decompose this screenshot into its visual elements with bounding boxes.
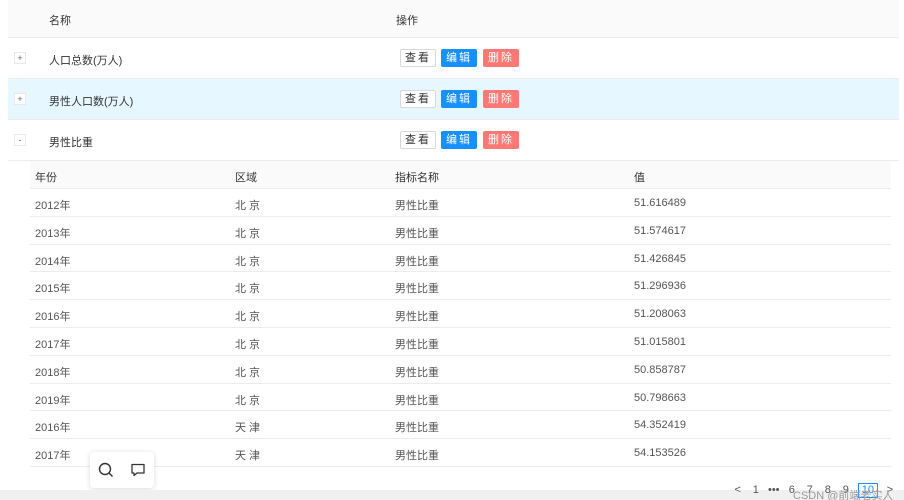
cell-region: 天 津 <box>235 450 261 463</box>
cell-region: 北 京 <box>235 200 261 212</box>
table-row: 2016年 北 京 男性比重 51.208063 <box>30 300 891 328</box>
search-icon[interactable] <box>96 460 116 480</box>
page-ellipsis[interactable]: ••• <box>768 484 780 496</box>
cell-value: 54.153526 <box>634 447 686 460</box>
cell-region: 北 京 <box>235 283 261 296</box>
cell-region: 北 京 <box>235 311 261 324</box>
view-button[interactable]: 查看 <box>400 90 436 108</box>
view-button[interactable]: 查看 <box>400 131 436 149</box>
cell-value: 50.798663 <box>634 391 686 404</box>
cell-value: 51.574617 <box>634 224 686 237</box>
outer-table-header: 名称 操作 <box>8 0 899 38</box>
cell-indicator: 男性比重 <box>395 311 439 324</box>
table-row: 2014年 北 京 男性比重 51.426845 <box>30 244 891 273</box>
expand-toggle[interactable]: + <box>14 93 26 105</box>
collapse-toggle[interactable]: - <box>14 134 26 146</box>
edit-button[interactable]: 编辑 <box>441 131 477 149</box>
cell-region: 北 京 <box>235 227 261 240</box>
comment-icon[interactable] <box>128 460 148 480</box>
cell-indicator: 男性比重 <box>395 255 439 268</box>
table-row: 2017年 北 京 男性比重 51.015801 <box>30 327 891 356</box>
row-name: 男性人口数(万人) <box>49 96 134 108</box>
floating-toolbar <box>90 452 154 488</box>
table-row: 2019年 北 京 男性比重 50.798663 <box>30 383 891 412</box>
cell-year: 2013年 <box>35 227 71 240</box>
view-button[interactable]: 查看 <box>400 49 436 67</box>
column-header-value: 值 <box>634 172 645 184</box>
table-row: 2015年 北 京 男性比重 51.296936 <box>30 272 891 301</box>
nested-table-header: 年份 区域 指标名称 值 <box>30 161 891 189</box>
prev-page-button[interactable]: < <box>732 484 744 496</box>
cell-value: 54.352419 <box>634 419 686 432</box>
cell-region: 天 津 <box>235 422 261 435</box>
cell-indicator: 男性比重 <box>395 366 439 379</box>
cell-region: 北 京 <box>235 366 261 379</box>
cell-year: 2012年 <box>35 200 71 212</box>
cell-region: 北 京 <box>235 255 261 268</box>
column-header-name: 名称 <box>49 15 71 27</box>
outer-table: 名称 操作 + 人口总数(万人) 查看 编辑 删除 + 男性人口数(万人) 查看… <box>8 0 899 161</box>
cell-region: 北 京 <box>235 338 261 351</box>
delete-button[interactable]: 删除 <box>483 131 519 149</box>
table-row: 2017年 天 津 男性比重 54.153526 <box>30 439 891 467</box>
table-row[interactable]: - 男性比重 查看 编辑 删除 <box>8 120 899 161</box>
cell-value: 51.616489 <box>634 197 686 209</box>
cell-value: 50.858787 <box>634 363 686 376</box>
column-header-indicator: 指标名称 <box>395 172 439 184</box>
expand-toggle[interactable]: + <box>14 52 26 64</box>
cell-value: 51.208063 <box>634 308 686 321</box>
edit-button[interactable]: 编辑 <box>441 49 477 67</box>
column-header-region: 区域 <box>235 172 257 184</box>
table-row[interactable]: + 男性人口数(万人) 查看 编辑 删除 <box>8 79 899 120</box>
edit-button[interactable]: 编辑 <box>441 90 477 108</box>
cell-value: 51.296936 <box>634 280 686 293</box>
cell-year: 2018年 <box>35 366 71 379</box>
cell-year: 2017年 <box>35 450 71 463</box>
table-row: 2018年 北 京 男性比重 50.858787 <box>30 355 891 384</box>
table-row: 2016年 天 津 男性比重 54.352419 <box>30 411 891 440</box>
page-1[interactable]: 1 <box>750 484 762 496</box>
table-row: 2012年 北 京 男性比重 51.616489 <box>30 189 891 217</box>
nested-table-body: 2012年北 京男性比重 51.616489 2013年北 京男性比重 51.5746… <box>30 189 891 467</box>
cell-year: 2015年 <box>35 283 71 296</box>
cell-year: 2019年 <box>35 394 71 407</box>
table-row: 2013年 北 京 男性比重 51.574617 <box>30 216 891 245</box>
row-name: 男性比重 <box>49 137 93 149</box>
column-header-actions: 操作 <box>396 15 418 27</box>
delete-button[interactable]: 删除 <box>483 49 519 67</box>
cell-indicator: 男性比重 <box>395 227 439 240</box>
cell-indicator: 男性比重 <box>395 283 439 296</box>
cell-indicator: 男性比重 <box>395 394 439 407</box>
cell-year: 2016年 <box>35 311 71 324</box>
table-row[interactable]: + 人口总数(万人) 查看 编辑 删除 <box>8 38 899 79</box>
cell-indicator: 男性比重 <box>395 422 439 435</box>
row-name: 人口总数(万人) <box>49 55 123 67</box>
cell-indicator: 男性比重 <box>395 200 439 212</box>
cell-value: 51.015801 <box>634 335 686 348</box>
nested-table: 年份 区域 指标名称 值 2012年北 京男性比重 51.616489 2013年北… <box>30 161 891 467</box>
cell-indicator: 男性比重 <box>395 450 439 463</box>
cell-region: 北 京 <box>235 394 261 407</box>
cell-year: 2016年 <box>35 422 71 435</box>
cell-value: 51.426845 <box>634 252 686 265</box>
watermark: CSDN @前端老实人 <box>793 490 894 500</box>
delete-button[interactable]: 删除 <box>483 90 519 108</box>
cell-year: 2017年 <box>35 338 71 351</box>
cell-indicator: 男性比重 <box>395 338 439 351</box>
cell-year: 2014年 <box>35 255 71 268</box>
column-header-year: 年份 <box>35 172 57 184</box>
